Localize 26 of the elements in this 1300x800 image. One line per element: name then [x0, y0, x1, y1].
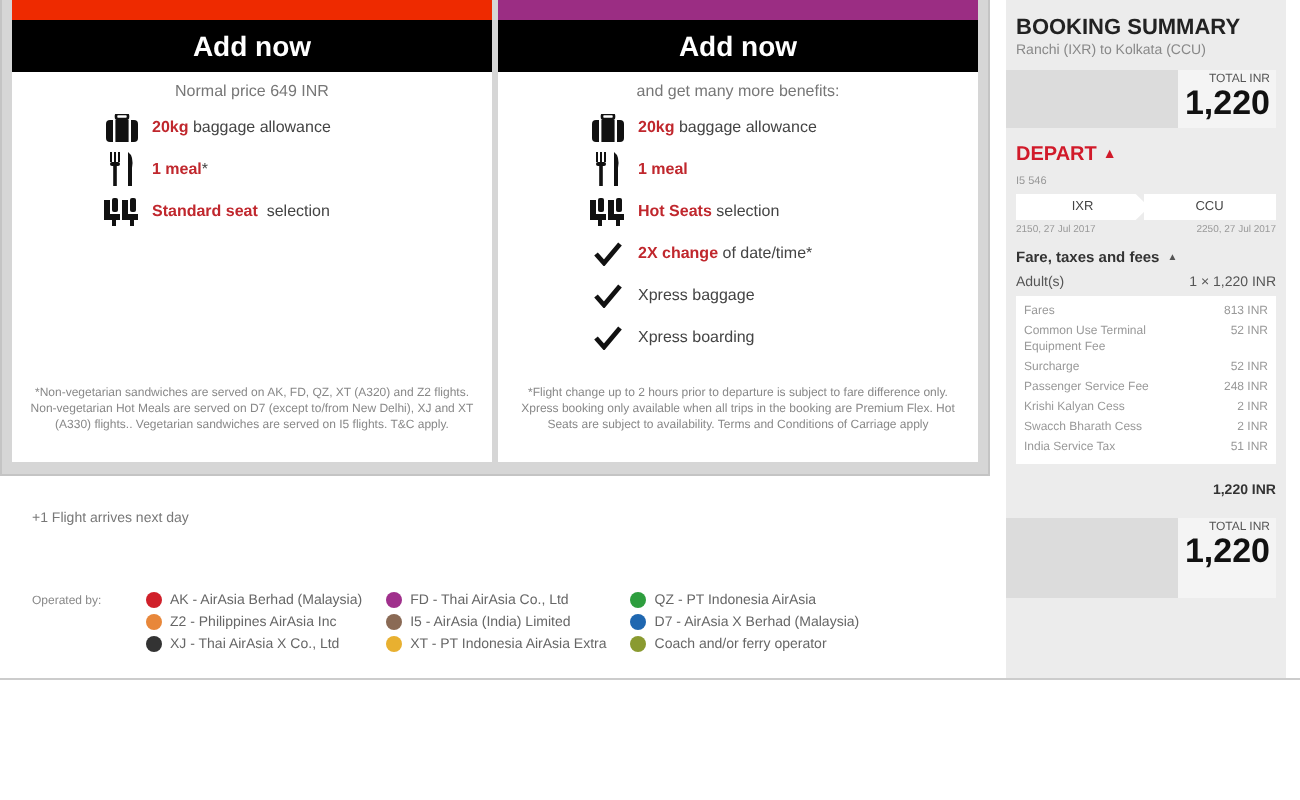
seats-icon — [104, 197, 140, 225]
depart-heading: DEPART — [1016, 144, 1097, 166]
total-amount: 1,220 — [1184, 534, 1270, 570]
feature-text: Hot Seats selection — [638, 202, 780, 220]
feature-text: 20kg baggage allowance — [152, 118, 331, 136]
checkmark-icon — [594, 283, 622, 307]
feature-text: 1 meal — [638, 160, 688, 178]
feature-text: Xpress baggage — [638, 286, 755, 304]
checkmark-icon — [594, 241, 622, 265]
fork-knife-icon — [594, 152, 622, 186]
total-amount: 1,220 — [1184, 86, 1270, 122]
add-now-button[interactable]: Add now — [498, 20, 978, 72]
luggage-icon — [592, 113, 624, 141]
subtitle: and get many more benefits: — [634, 82, 842, 100]
fork-knife-icon — [108, 152, 136, 186]
add-now-button[interactable]: Add now — [12, 20, 492, 72]
summary-title: BOOKING SUMMARY — [1016, 16, 1243, 40]
feature-text: 20kg baggage allowance — [638, 118, 817, 136]
checkmark-icon — [594, 325, 622, 349]
subtitle: Normal price 649 INR — [173, 82, 331, 100]
feature-text: 2X change of date/time* — [638, 244, 813, 262]
feature-text: 1 meal* — [152, 160, 209, 178]
luggage-icon — [106, 113, 138, 141]
feature-text: Xpress boarding — [638, 328, 755, 346]
feature-text: Standard seat selection — [152, 202, 330, 220]
seats-icon — [590, 197, 626, 225]
